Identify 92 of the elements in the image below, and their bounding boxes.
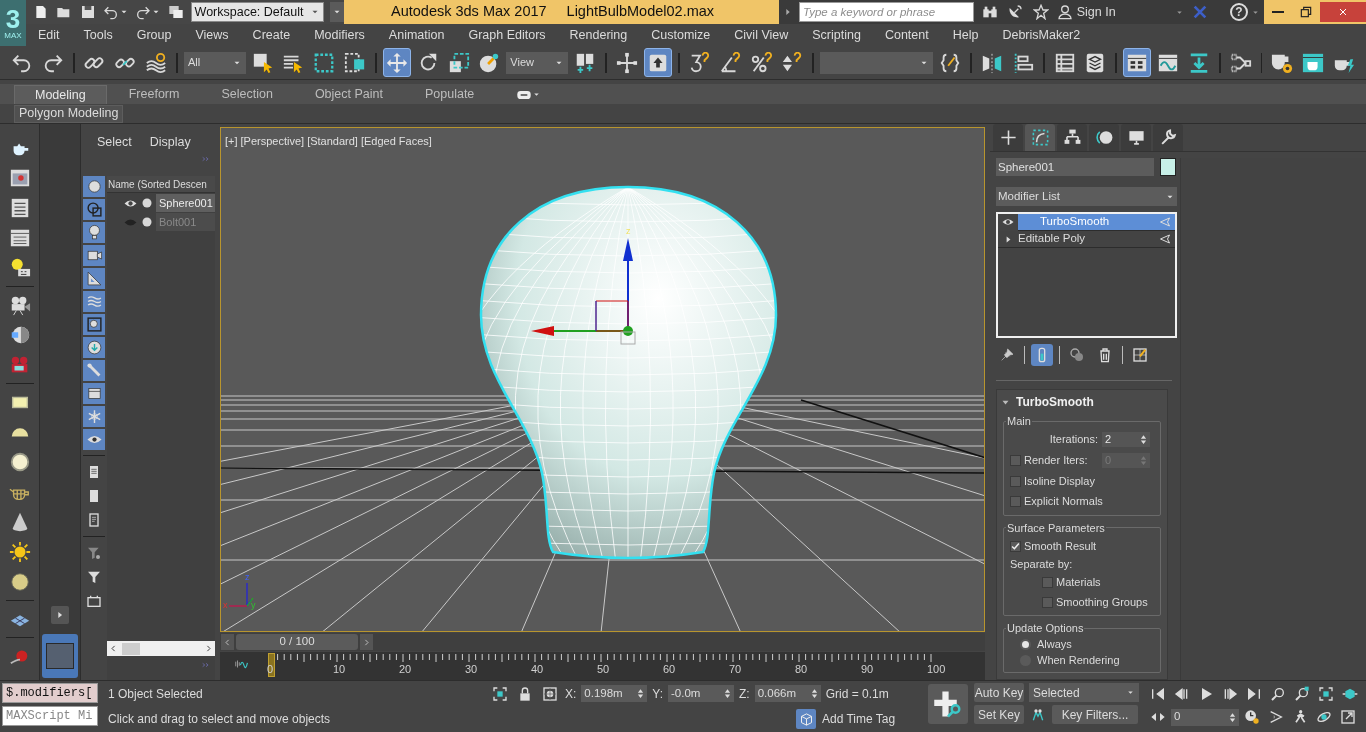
add-time-tag-button[interactable]: Add Time Tag: [796, 709, 896, 730]
frame-number: 20: [399, 664, 412, 675]
spinner-label: Iterations:: [1049, 432, 1098, 448]
grid-size: Grid = 0.1m: [825, 685, 889, 703]
workspace-dropdown[interactable]: Workspace: Default: [190, 2, 324, 22]
frame-number: 80: [795, 664, 808, 675]
reference-coordinate-dropdown[interactable]: View: [506, 51, 569, 74]
axis-label: y: [251, 600, 256, 610]
time-slider-thumb[interactable]: 0 / 100: [236, 634, 358, 650]
explorer-menu[interactable]: Select: [97, 132, 132, 152]
ribbon-tab[interactable]: Populate: [404, 85, 495, 104]
ribbon-tab[interactable]: Modeling: [14, 85, 107, 104]
menu-item[interactable]: Group: [124, 25, 184, 45]
checkbox-label: Materials: [1056, 574, 1101, 590]
checkbox-label: Render Iters:: [1024, 453, 1089, 469]
viewport-label-menu[interactable]: [Standard]: [307, 133, 358, 150]
frame-number: 90: [861, 664, 874, 675]
prompt-text: Click and drag to select and move objects: [108, 711, 332, 729]
checkbox-label: Explicit Normals: [1024, 494, 1103, 510]
perspective-viewport[interactable]: [+] [Perspective] [Standard] [Edged Faces] z x y z: [220, 127, 985, 632]
sign-in-button[interactable]: Sign In: [1056, 2, 1185, 22]
stack-item[interactable]: Editable Poly: [998, 231, 1175, 248]
frame-number: 70: [729, 664, 742, 675]
ribbon-tab[interactable]: Selection: [201, 85, 293, 104]
frame-number: 30: [465, 664, 478, 675]
viewport-label-menu[interactable]: [Perspective]: [240, 133, 305, 150]
x-coordinate-field[interactable]: 0.198m: [581, 685, 648, 703]
rollout-title[interactable]: TurboSmooth: [1016, 393, 1094, 411]
menu-item[interactable]: Edit: [26, 25, 72, 45]
stack-item[interactable]: TurboSmooth: [998, 214, 1175, 231]
x-label: X:: [565, 685, 577, 703]
viewport-label-menu[interactable]: [+]: [225, 133, 238, 150]
axis-label: x: [223, 600, 228, 610]
current-frame-field[interactable]: 0: [1171, 708, 1239, 726]
frame-number: 40: [531, 664, 544, 675]
auto-key-button[interactable]: Auto Key: [974, 683, 1024, 702]
search-field[interactable]: Type a keyword or phrase: [799, 2, 974, 22]
object-name-field[interactable]: Sphere001: [996, 158, 1154, 176]
menu-item[interactable]: Content: [872, 25, 941, 45]
menu-item[interactable]: Graph Editors: [456, 25, 558, 45]
scene-object[interactable]: Sphere001: [156, 194, 215, 212]
app-title: Autodesk 3ds Max 2017: [391, 2, 547, 22]
menu-item[interactable]: DebrisMaker2: [990, 25, 1093, 45]
z-label: Z:: [739, 685, 750, 703]
set-key-button[interactable]: Set Key: [974, 705, 1024, 724]
mini-listener-field[interactable]: MAXScript Mi: [2, 706, 98, 726]
selection-status: 1 Object Selected: [108, 685, 204, 703]
group-title: Update Options: [1006, 621, 1085, 636]
z-coordinate-field[interactable]: 0.066m: [754, 685, 821, 703]
checkbox-label: Isoline Display: [1024, 474, 1095, 490]
column-header[interactable]: Name (Sorted Descen: [107, 176, 215, 193]
axis-label: z: [245, 572, 250, 582]
ribbon-tab[interactable]: Object Paint: [294, 85, 403, 104]
frame-number: 100: [927, 664, 946, 675]
modifier-stack[interactable]: TurboSmooth Editable Poly: [996, 212, 1177, 338]
checkbox-label: Smooth Result: [1024, 538, 1097, 554]
menu-item[interactable]: Tools: [71, 25, 125, 45]
key-mode-dropdown[interactable]: Selected: [1029, 683, 1139, 702]
script-listener-field[interactable]: $.modifiers[: [2, 683, 98, 703]
frame-number: 60: [663, 664, 676, 675]
explorer-menu[interactable]: Display: [149, 132, 191, 152]
menu-item[interactable]: Customize: [639, 25, 723, 45]
menu-item[interactable]: Views: [183, 25, 241, 45]
menu-item[interactable]: Create: [240, 25, 303, 45]
time-slider-track[interactable]: 0 / 100: [220, 633, 985, 651]
checkbox-label: Smoothing Groups: [1056, 594, 1148, 610]
viewport-label-menu[interactable]: [Edged Faces]: [360, 133, 432, 150]
menu-item[interactable]: Animation: [376, 25, 457, 45]
ribbon-tab[interactable]: Freeform: [108, 85, 200, 104]
key-filters-button[interactable]: Key Filters...: [1052, 705, 1138, 724]
y-label: Y:: [652, 685, 664, 703]
modifier-list-dropdown[interactable]: Modifier List: [996, 187, 1177, 206]
radio-label: Always: [1037, 637, 1072, 653]
selection-filter-dropdown[interactable]: All: [184, 51, 246, 74]
group-title: Main: [1006, 414, 1032, 429]
menu-item[interactable]: Modifiers: [302, 25, 377, 45]
gizmo-axis-label: z: [626, 226, 631, 236]
y-coordinate-field[interactable]: -0.0m: [668, 685, 735, 703]
menu-item[interactable]: Rendering: [557, 25, 640, 45]
group-label: Separate by:: [1010, 557, 1074, 572]
ribbon-panel-tab[interactable]: Polygon Modeling: [14, 104, 124, 123]
menu-item[interactable]: Help: [940, 25, 991, 45]
group-title: Surface Parameters: [1006, 520, 1106, 536]
frame-number: 50: [597, 664, 610, 675]
spinner-field[interactable]: 2: [1102, 432, 1150, 447]
frame-number: 10: [333, 664, 346, 675]
file-name: LightBulbModel02.max: [566, 2, 715, 22]
app-logo[interactable]: 3 MAX: [0, 0, 26, 46]
frame-number: 0: [267, 664, 274, 675]
menu-item[interactable]: Scripting: [800, 25, 873, 45]
menu-item[interactable]: Civil View: [722, 25, 801, 45]
radio-label: When Rendering: [1037, 653, 1120, 669]
